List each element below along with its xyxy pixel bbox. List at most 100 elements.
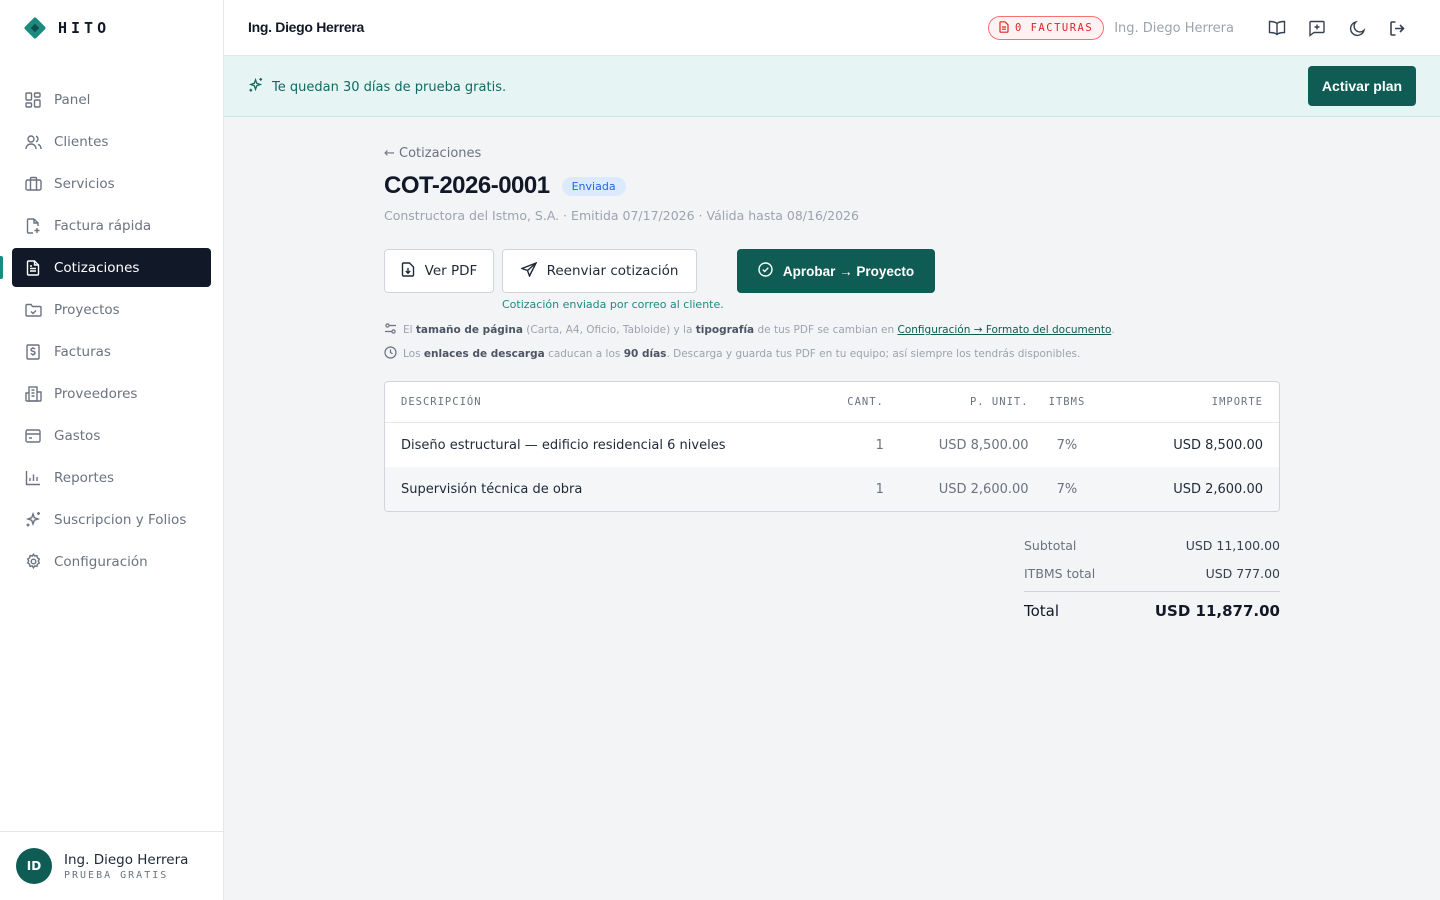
check-circle-icon bbox=[758, 262, 773, 280]
send-icon bbox=[519, 261, 538, 281]
resend-quote-button[interactable]: Reenviar cotización bbox=[502, 249, 697, 293]
quote-number: COT-2026-0001 bbox=[384, 172, 550, 199]
quote-meta: Constructora del Istmo, S.A. · Emitida 0… bbox=[384, 208, 859, 223]
trial-text: Te quedan 30 días de prueba gratis. bbox=[272, 79, 507, 95]
cell-description: Diseño estructural — edificio residencia… bbox=[401, 437, 726, 453]
approve-project-button[interactable]: Aprobar → Proyecto bbox=[737, 249, 935, 293]
sidebar-item-label: Servicios bbox=[54, 175, 115, 192]
sidebar-item-label: Suscripcion y Folios bbox=[54, 511, 187, 528]
info-bold: tipografía bbox=[695, 324, 755, 336]
col-unit-price: P. UNIT. bbox=[969, 396, 1029, 408]
logout-icon[interactable] bbox=[1386, 17, 1408, 39]
avatar: ID bbox=[16, 848, 52, 884]
col-description: DESCRIPCIÓN bbox=[401, 396, 482, 408]
trial-banner: Te quedan 30 días de prueba gratis. Acti… bbox=[224, 56, 1440, 117]
invoices-badge-label: 0 FACTURAS bbox=[1014, 22, 1094, 34]
tax-row: ITBMS total USD 777.00 bbox=[1024, 559, 1280, 587]
view-pdf-label: Ver PDF bbox=[424, 263, 478, 279]
view-pdf-button[interactable]: Ver PDF bbox=[384, 249, 494, 293]
activate-plan-button[interactable]: Activar plan bbox=[1308, 66, 1416, 106]
pdf-format-info: El tamaño de página (Carta, A4, Oficio, … bbox=[384, 322, 1115, 338]
items-table: DESCRIPCIÓN CANT. P. UNIT. ITBMS IMPORTE… bbox=[384, 381, 1280, 512]
sidebar-item-label: Clientes bbox=[54, 133, 109, 150]
info-text: . bbox=[1111, 324, 1115, 336]
brand[interactable]: HITO bbox=[23, 16, 111, 40]
sidebar-user[interactable]: ID Ing. Diego Herrera PRUEBA GRATIS bbox=[0, 831, 224, 900]
total-row: Total USD 11,877.00 bbox=[1024, 592, 1280, 630]
cell-qty: 1 bbox=[875, 437, 884, 453]
info-text: El bbox=[403, 324, 413, 336]
moon-icon[interactable] bbox=[1346, 17, 1368, 39]
sidebar-item-suscripcion[interactable]: Suscripcion y Folios bbox=[12, 500, 211, 539]
total-label: Total bbox=[1024, 602, 1060, 620]
subtotal-row: Subtotal USD 11,100.00 bbox=[1024, 531, 1280, 559]
tax-label: ITBMS total bbox=[1024, 565, 1096, 581]
sidebar-item-servicios[interactable]: Servicios bbox=[12, 164, 211, 203]
topbar-user-name: Ing. Diego Herrera bbox=[1114, 20, 1234, 36]
info-text: (Carta, A4, Oficio, Tabloide) y la bbox=[526, 324, 693, 336]
sidebar-item-label: Configuración bbox=[54, 553, 148, 570]
folder-icon bbox=[24, 301, 42, 319]
sidebar: HITO Panel Clientes Servicios Factura rá… bbox=[0, 0, 224, 900]
table-header: DESCRIPCIÓN CANT. P. UNIT. ITBMS IMPORTE bbox=[385, 382, 1279, 423]
col-qty: CANT. bbox=[847, 396, 884, 408]
sidebar-item-label: Factura rápida bbox=[54, 217, 152, 234]
cell-amount: USD 2,600.00 bbox=[1173, 481, 1264, 497]
inbox-icon bbox=[24, 427, 42, 445]
approve-project-label: Aprobar → Proyecto bbox=[782, 263, 915, 279]
logo-icon bbox=[23, 16, 47, 40]
sliders-icon bbox=[384, 322, 397, 338]
brand-name: HITO bbox=[58, 19, 111, 37]
sidebar-item-label: Gastos bbox=[54, 427, 101, 444]
sidebar-item-cotizaciones[interactable]: Cotizaciones bbox=[0, 248, 211, 287]
subtotal-value: USD 11,100.00 bbox=[1185, 537, 1280, 553]
sparkles-icon bbox=[24, 511, 42, 529]
sidebar-nav: Panel Clientes Servicios Factura rápida … bbox=[0, 80, 211, 584]
sidebar-item-reportes[interactable]: Reportes bbox=[12, 458, 211, 497]
file-icon bbox=[999, 20, 1009, 36]
info-bold: 90 días bbox=[623, 348, 667, 360]
subtotal-label: Subtotal bbox=[1024, 537, 1077, 553]
sidebar-item-facturas[interactable]: Facturas bbox=[12, 332, 211, 371]
sidebar-item-factura-rapida[interactable]: Factura rápida bbox=[12, 206, 211, 245]
cell-amount: USD 8,500.00 bbox=[1173, 437, 1264, 453]
sidebar-item-label: Facturas bbox=[54, 343, 111, 360]
tax-value: USD 777.00 bbox=[1205, 565, 1280, 581]
topbar-actions: 0 FACTURAS Ing. Diego Herrera bbox=[987, 0, 1408, 56]
info-text: Los bbox=[403, 348, 421, 360]
file-plus-icon bbox=[24, 217, 42, 235]
sidebar-item-configuracion[interactable]: Configuración bbox=[12, 542, 211, 581]
sidebar-item-panel[interactable]: Panel bbox=[12, 80, 211, 119]
clock-icon bbox=[384, 346, 397, 362]
sparkles-icon bbox=[248, 77, 264, 97]
file-text-icon bbox=[24, 259, 42, 277]
topbar: Ing. Diego Herrera 0 FACTURAS Ing. Diego… bbox=[224, 0, 1440, 56]
sidebar-item-label: Panel bbox=[54, 91, 91, 108]
info-bold: enlaces de descarga bbox=[423, 348, 545, 360]
message-plus-icon[interactable] bbox=[1306, 17, 1328, 39]
page-title: Ing. Diego Herrera bbox=[248, 19, 364, 35]
col-tax: ITBMS bbox=[1048, 396, 1086, 408]
sent-note: Cotización enviada por correo al cliente… bbox=[502, 298, 724, 311]
info-text: de tus PDF se cambian en bbox=[757, 324, 895, 336]
back-link[interactable]: ← Cotizaciones bbox=[384, 146, 481, 161]
document-format-link[interactable]: Configuración → Formato del documento bbox=[898, 324, 1112, 336]
sidebar-item-gastos[interactable]: Gastos bbox=[12, 416, 211, 455]
sidebar-item-proyectos[interactable]: Proyectos bbox=[12, 290, 211, 329]
status-badge: Enviada bbox=[561, 176, 626, 196]
sidebar-item-label: Proyectos bbox=[54, 301, 120, 318]
sidebar-item-label: Cotizaciones bbox=[54, 259, 140, 276]
total-value: USD 11,877.00 bbox=[1154, 602, 1280, 620]
users-icon bbox=[24, 133, 42, 151]
sidebar-item-clientes[interactable]: Clientes bbox=[12, 122, 211, 161]
sidebar-item-proveedores[interactable]: Proveedores bbox=[12, 374, 211, 413]
cell-tax: 7% bbox=[1056, 481, 1078, 497]
file-download-icon bbox=[401, 261, 415, 281]
info-text: . Descarga y guarda tus PDF en tu equipo… bbox=[666, 348, 1081, 360]
dollar-file-icon bbox=[24, 343, 42, 361]
cell-unit-price: USD 8,500.00 bbox=[938, 437, 1029, 453]
cell-description: Supervisión técnica de obra bbox=[401, 481, 583, 497]
cell-unit-price: USD 2,600.00 bbox=[938, 481, 1029, 497]
invoices-badge[interactable]: 0 FACTURAS bbox=[987, 16, 1105, 40]
book-icon[interactable] bbox=[1266, 17, 1288, 39]
